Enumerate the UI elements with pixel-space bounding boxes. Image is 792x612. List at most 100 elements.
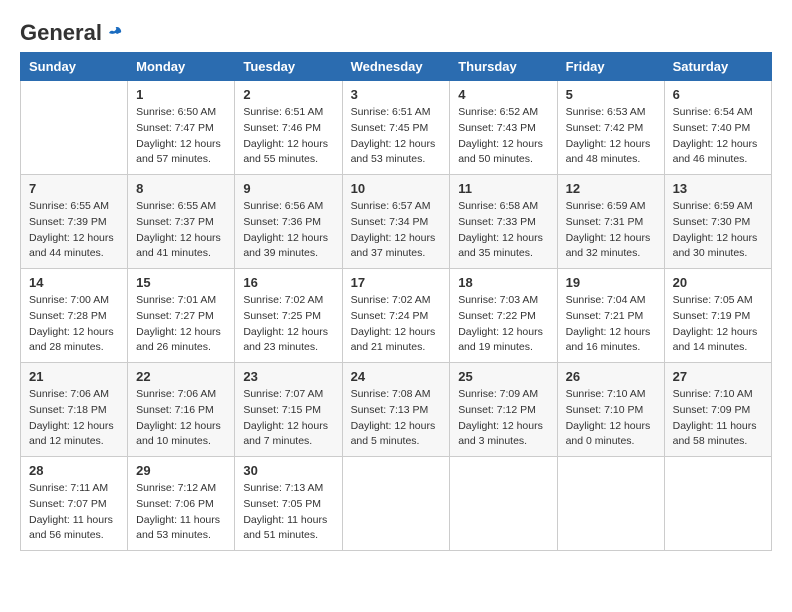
day-number: 21 [29, 369, 119, 384]
calendar-cell: 27 Sunrise: 7:10 AMSunset: 7:09 PMDayligh… [664, 363, 771, 457]
calendar-cell: 6 Sunrise: 6:54 AMSunset: 7:40 PMDaylight… [664, 81, 771, 175]
weekday-header-friday: Friday [557, 53, 664, 81]
calendar-cell [21, 81, 128, 175]
day-info: Sunrise: 6:50 AMSunset: 7:47 PMDaylight:… [136, 105, 226, 168]
day-info: Sunrise: 6:53 AMSunset: 7:42 PMDaylight:… [566, 105, 656, 168]
calendar-cell: 8 Sunrise: 6:55 AMSunset: 7:37 PMDaylight… [128, 175, 235, 269]
day-info: Sunrise: 6:55 AMSunset: 7:37 PMDaylight:… [136, 199, 226, 262]
day-number: 3 [351, 87, 442, 102]
day-number: 18 [458, 275, 548, 290]
weekday-header-tuesday: Tuesday [235, 53, 342, 81]
weekday-header-thursday: Thursday [450, 53, 557, 81]
calendar-cell: 18 Sunrise: 7:03 AMSunset: 7:22 PMDayligh… [450, 269, 557, 363]
day-number: 26 [566, 369, 656, 384]
day-number: 11 [458, 181, 548, 196]
day-info: Sunrise: 7:09 AMSunset: 7:12 PMDaylight:… [458, 387, 548, 450]
weekday-header-saturday: Saturday [664, 53, 771, 81]
calendar-cell: 25 Sunrise: 7:09 AMSunset: 7:12 PMDayligh… [450, 363, 557, 457]
calendar-cell: 14 Sunrise: 7:00 AMSunset: 7:28 PMDayligh… [21, 269, 128, 363]
calendar-cell: 10Sunrise: 6:57 AMSunset: 7:34 PMDayligh… [342, 175, 450, 269]
day-number: 8 [136, 181, 226, 196]
day-number: 5 [566, 87, 656, 102]
calendar-cell: 12 Sunrise: 6:59 AMSunset: 7:31 PMDayligh… [557, 175, 664, 269]
day-number: 6 [673, 87, 763, 102]
calendar-table: SundayMondayTuesdayWednesdayThursdayFrid… [20, 52, 772, 551]
calendar-cell: 28 Sunrise: 7:11 AMSunset: 7:07 PMDayligh… [21, 457, 128, 551]
logo: General [20, 20, 124, 42]
day-info: Sunrise: 7:02 AMSunset: 7:25 PMDaylight:… [243, 293, 333, 356]
day-info: Sunrise: 6:59 AMSunset: 7:30 PMDaylight:… [673, 199, 763, 262]
day-number: 29 [136, 463, 226, 478]
weekday-header-wednesday: Wednesday [342, 53, 450, 81]
day-number: 2 [243, 87, 333, 102]
day-number: 24 [351, 369, 442, 384]
day-info: Sunrise: 7:02 AMSunset: 7:24 PMDaylight:… [351, 293, 442, 356]
day-number: 4 [458, 87, 548, 102]
calendar-cell: 4 Sunrise: 6:52 AMSunset: 7:43 PMDaylight… [450, 81, 557, 175]
day-number: 12 [566, 181, 656, 196]
day-number: 28 [29, 463, 119, 478]
calendar-cell: 2 Sunrise: 6:51 AMSunset: 7:46 PMDaylight… [235, 81, 342, 175]
day-number: 20 [673, 275, 763, 290]
page-header: General [20, 20, 772, 42]
weekday-header-sunday: Sunday [21, 53, 128, 81]
calendar-cell: 5 Sunrise: 6:53 AMSunset: 7:42 PMDaylight… [557, 81, 664, 175]
day-info: Sunrise: 7:04 AMSunset: 7:21 PMDaylight:… [566, 293, 656, 356]
day-info: Sunrise: 7:08 AMSunset: 7:13 PMDaylight:… [351, 387, 442, 450]
weekday-header-monday: Monday [128, 53, 235, 81]
day-info: Sunrise: 6:51 AMSunset: 7:46 PMDaylight:… [243, 105, 333, 168]
day-info: Sunrise: 7:10 AMSunset: 7:09 PMDaylight:… [673, 387, 763, 450]
logo-general: General [20, 20, 102, 46]
calendar-cell: 20 Sunrise: 7:05 AMSunset: 7:19 PMDayligh… [664, 269, 771, 363]
day-info: Sunrise: 7:06 AMSunset: 7:18 PMDaylight:… [29, 387, 119, 450]
calendar-cell: 26 Sunrise: 7:10 AMSunset: 7:10 PMDayligh… [557, 363, 664, 457]
day-number: 22 [136, 369, 226, 384]
calendar-cell [557, 457, 664, 551]
day-info: Sunrise: 7:03 AMSunset: 7:22 PMDaylight:… [458, 293, 548, 356]
calendar-week-row: 7 Sunrise: 6:55 AMSunset: 7:39 PMDaylight… [21, 175, 772, 269]
day-info: Sunrise: 6:54 AMSunset: 7:40 PMDaylight:… [673, 105, 763, 168]
day-info: Sunrise: 6:59 AMSunset: 7:31 PMDaylight:… [566, 199, 656, 262]
calendar-week-row: 28 Sunrise: 7:11 AMSunset: 7:07 PMDayligh… [21, 457, 772, 551]
day-number: 30 [243, 463, 333, 478]
calendar-cell: 15Sunrise: 7:01 AMSunset: 7:27 PMDayligh… [128, 269, 235, 363]
day-info: Sunrise: 7:13 AMSunset: 7:05 PMDaylight:… [243, 481, 333, 544]
day-number: 27 [673, 369, 763, 384]
day-number: 7 [29, 181, 119, 196]
day-number: 19 [566, 275, 656, 290]
day-info: Sunrise: 7:10 AMSunset: 7:10 PMDaylight:… [566, 387, 656, 450]
day-number: 13 [673, 181, 763, 196]
day-number: 25 [458, 369, 548, 384]
day-info: Sunrise: 6:55 AMSunset: 7:39 PMDaylight:… [29, 199, 119, 262]
calendar-cell: 9 Sunrise: 6:56 AMSunset: 7:36 PMDaylight… [235, 175, 342, 269]
weekday-header-row: SundayMondayTuesdayWednesdayThursdayFrid… [21, 53, 772, 81]
calendar-cell: 21 Sunrise: 7:06 AMSunset: 7:18 PMDayligh… [21, 363, 128, 457]
calendar-cell: 30 Sunrise: 7:13 AMSunset: 7:05 PMDayligh… [235, 457, 342, 551]
day-number: 14 [29, 275, 119, 290]
day-info: Sunrise: 7:00 AMSunset: 7:28 PMDaylight:… [29, 293, 119, 356]
calendar-cell: 1Sunrise: 6:50 AMSunset: 7:47 PMDaylight… [128, 81, 235, 175]
day-number: 9 [243, 181, 333, 196]
day-info: Sunrise: 6:52 AMSunset: 7:43 PMDaylight:… [458, 105, 548, 168]
calendar-cell: 13 Sunrise: 6:59 AMSunset: 7:30 PMDayligh… [664, 175, 771, 269]
calendar-cell: 22 Sunrise: 7:06 AMSunset: 7:16 PMDayligh… [128, 363, 235, 457]
calendar-cell [664, 457, 771, 551]
day-info: Sunrise: 6:58 AMSunset: 7:33 PMDaylight:… [458, 199, 548, 262]
day-info: Sunrise: 6:51 AMSunset: 7:45 PMDaylight:… [351, 105, 442, 168]
day-info: Sunrise: 7:12 AMSunset: 7:06 PMDaylight:… [136, 481, 226, 544]
day-number: 23 [243, 369, 333, 384]
day-info: Sunrise: 6:56 AMSunset: 7:36 PMDaylight:… [243, 199, 333, 262]
day-number: 15 [136, 275, 226, 290]
calendar-cell: 3 Sunrise: 6:51 AMSunset: 7:45 PMDaylight… [342, 81, 450, 175]
day-info: Sunrise: 7:05 AMSunset: 7:19 PMDaylight:… [673, 293, 763, 356]
day-info: Sunrise: 7:11 AMSunset: 7:07 PMDaylight:… [29, 481, 119, 544]
day-number: 16 [243, 275, 333, 290]
calendar-cell [450, 457, 557, 551]
day-number: 10 [351, 181, 442, 196]
calendar-week-row: 1Sunrise: 6:50 AMSunset: 7:47 PMDaylight… [21, 81, 772, 175]
day-info: Sunrise: 7:06 AMSunset: 7:16 PMDaylight:… [136, 387, 226, 450]
logo-bird-icon [104, 23, 124, 43]
calendar-cell: 19 Sunrise: 7:04 AMSunset: 7:21 PMDayligh… [557, 269, 664, 363]
day-number: 17 [351, 275, 442, 290]
calendar-week-row: 21 Sunrise: 7:06 AMSunset: 7:18 PMDayligh… [21, 363, 772, 457]
